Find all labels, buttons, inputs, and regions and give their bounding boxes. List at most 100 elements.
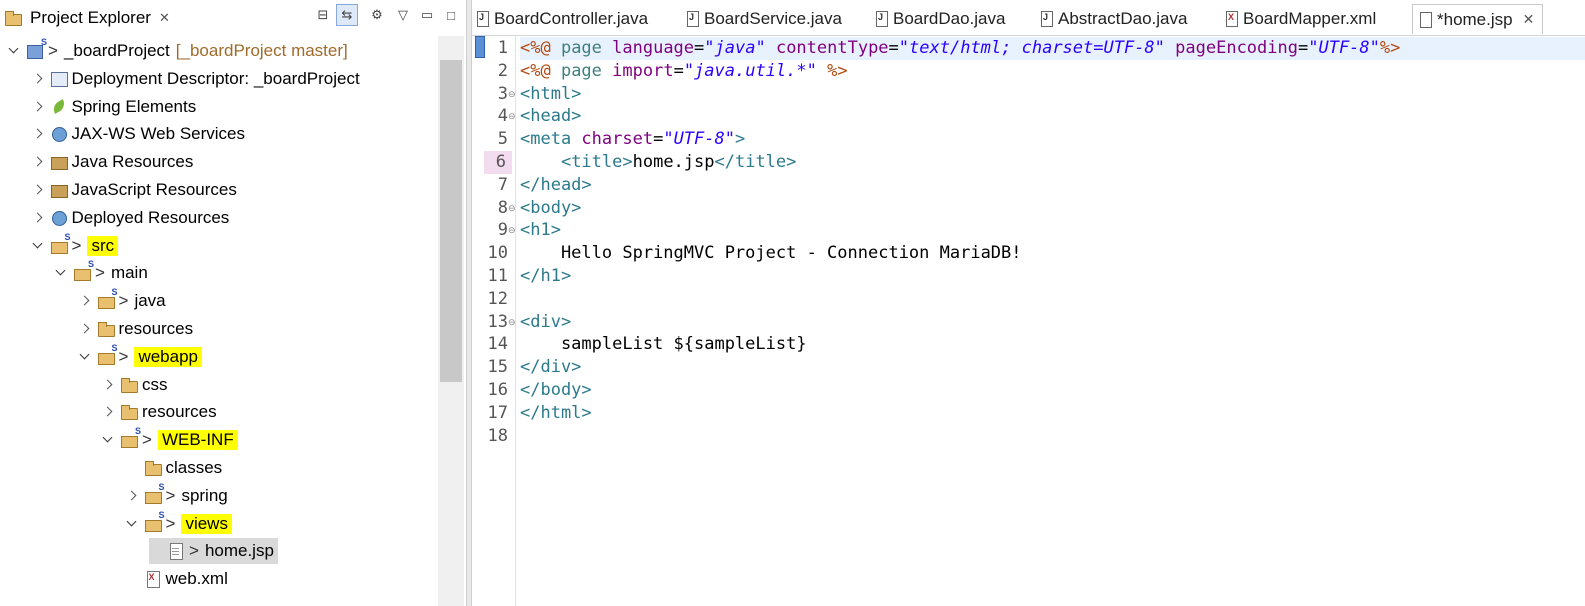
collapsed-chevron-icon[interactable] <box>102 379 114 391</box>
line-number: 13 <box>487 311 508 332</box>
code-line[interactable]: </body> <box>520 379 592 402</box>
bookmark-marker[interactable] <box>475 36 485 58</box>
expanded-chevron-icon[interactable] <box>126 518 138 530</box>
tree-item-label: WEB-INF <box>157 430 238 451</box>
tree-item-spring[interactable]: >spring <box>126 482 228 509</box>
collapsed-chevron-icon[interactable] <box>32 128 44 140</box>
code-line[interactable]: <%@ page import="java.util.*" %> <box>520 60 848 83</box>
tree-item-jax-ws-web-services[interactable]: JAX-WS Web Services <box>32 121 245 147</box>
filters-icon[interactable]: ⚙ <box>366 4 388 26</box>
tab-home-jsp[interactable]: *home.jsp ✕ <box>1412 4 1544 34</box>
code-token-tag: </div> <box>520 357 582 378</box>
code-token-tag: </head> <box>520 174 592 195</box>
code-line[interactable]: <div> <box>520 311 571 334</box>
tree-item-views[interactable]: >views <box>126 510 232 537</box>
tab-boardcontroller-java[interactable]: BoardController.java <box>476 4 648 34</box>
minimize-icon[interactable]: ▭ <box>416 4 438 26</box>
collapse-all-icon[interactable]: ⊟ <box>312 4 334 26</box>
code-line[interactable]: </html> <box>520 402 592 425</box>
collapsed-chevron-icon[interactable] <box>79 295 91 307</box>
explorer-scrollbar-thumb[interactable] <box>440 60 462 382</box>
code-area[interactable]: <%@ page language="java" contentType="te… <box>520 36 1585 606</box>
code-line[interactable]: <body> <box>520 197 581 220</box>
tree-item-web-xml[interactable]: web.xml <box>126 566 228 592</box>
code-line[interactable]: <%@ page language="java" contentType="te… <box>520 37 1585 60</box>
code-line[interactable]: <html> <box>520 83 581 106</box>
code-token-attr: language <box>612 38 695 58</box>
tree-item-home-jsp[interactable]: > home.jsp <box>149 538 278 565</box>
code-token-val: "java.util.*" <box>683 60 817 81</box>
close-icon[interactable]: ✕ <box>159 10 170 26</box>
fold-toggle-icon[interactable]: ⊖ <box>508 105 516 128</box>
fold-toggle-icon[interactable]: ⊖ <box>508 197 516 220</box>
tab-boardmapper-xml[interactable]: BoardMapper.xml <box>1225 4 1376 34</box>
collapsed-chevron-icon[interactable] <box>79 323 91 335</box>
expanded-chevron-icon[interactable] <box>8 45 20 57</box>
tab-boardservice-java[interactable]: BoardService.java <box>686 4 842 34</box>
collapsed-chevron-icon[interactable] <box>32 101 44 113</box>
tree-item-resources[interactable]: resources <box>79 316 193 342</box>
tab-abstractdao-java[interactable]: AbstractDao.java <box>1040 4 1187 34</box>
expanded-chevron-icon[interactable] <box>102 434 114 446</box>
tree-item-java-resources[interactable]: Java Resources <box>32 149 194 175</box>
fold-toggle-icon[interactable]: ⊖ <box>508 311 516 334</box>
tree-item-web-inf[interactable]: >WEB-INF <box>102 426 238 453</box>
project-explorer-tab[interactable]: Project Explorer ✕ <box>0 3 172 33</box>
expanded-chevron-icon[interactable] <box>32 240 44 252</box>
collapsed-chevron-icon[interactable] <box>32 212 44 224</box>
code-line[interactable]: sampleList ${sampleList} <box>520 333 807 356</box>
link-with-editor-icon[interactable]: ⇆ <box>336 4 358 26</box>
code-line[interactable]: <meta charset="UTF-8"> <box>520 128 745 151</box>
collapsed-chevron-icon[interactable] <box>32 184 44 196</box>
expanded-chevron-icon[interactable] <box>79 351 91 363</box>
tree-item-resources[interactable]: resources <box>102 399 217 425</box>
collapsed-chevron-icon[interactable] <box>32 156 44 168</box>
tree-item-deployed-resources[interactable]: Deployed Resources <box>32 205 229 231</box>
tab-label: BoardController.java <box>494 9 649 28</box>
deployed-resources-icon <box>50 209 68 227</box>
line-number: 8 <box>497 197 508 218</box>
tree-item-spring-elements[interactable]: Spring Elements <box>32 94 197 120</box>
code-token-text: home.jsp <box>632 152 715 172</box>
code-line[interactable]: <head> <box>520 105 581 128</box>
code-line[interactable]: </head> <box>520 174 592 197</box>
collapsed-chevron-icon[interactable] <box>32 73 44 85</box>
fold-toggle-icon[interactable]: ⊖ <box>508 83 516 106</box>
collapsed-chevron-icon[interactable] <box>102 406 114 418</box>
code-line[interactable]: </div> <box>520 356 581 379</box>
code-line[interactable]: <title>home.jsp</title> <box>520 151 796 174</box>
code-token-delim: <%@ <box>520 38 561 58</box>
descriptor-icon <box>50 70 68 88</box>
code-line[interactable]: Hello SpringMVC Project - Connection Mar… <box>520 242 1022 265</box>
tree-item-webapp[interactable]: >webapp <box>79 343 202 370</box>
code-line[interactable]: <h1> <box>520 219 561 242</box>
tree-item-main[interactable]: >main <box>55 259 148 286</box>
tree-item-src[interactable]: >src <box>32 232 119 259</box>
line-number: 10 <box>487 243 508 264</box>
close-tab-icon[interactable]: ✕ <box>1523 11 1535 28</box>
tree-item-classes[interactable]: classes <box>126 455 222 481</box>
view-menu-icon[interactable]: ▽ <box>392 4 414 26</box>
tree-item-java[interactable]: >java <box>79 287 166 314</box>
tree-item-boardproject[interactable]: > _boardProject [_boardProject master] <box>8 37 348 64</box>
java-file-icon <box>686 11 700 27</box>
project-explorer-view: Project Explorer ✕ ⊟ ⇆ ⚙ ▽ ▭ □ > _boardPr… <box>0 0 466 606</box>
collapsed-chevron-icon[interactable] <box>126 490 138 502</box>
tree-item-label: Spring Elements <box>71 96 197 116</box>
tab-boarddao-java[interactable]: BoardDao.java <box>875 4 1005 34</box>
folder-icon <box>120 403 138 421</box>
code-token-kw: page <box>560 38 613 58</box>
fold-toggle-icon[interactable]: ⊖ <box>508 219 516 242</box>
tree-item-label: Java Resources <box>71 152 194 172</box>
tree-item-deployment-descriptor-boardproject[interactable]: Deployment Descriptor: _boardProject <box>32 66 360 92</box>
expanded-chevron-icon[interactable] <box>55 267 67 279</box>
tree-item-css[interactable]: css <box>102 372 168 398</box>
code-line[interactable]: </h1> <box>520 265 571 288</box>
project-icon <box>26 37 47 60</box>
tree-item-javascript-resources[interactable]: JavaScript Resources <box>32 177 237 203</box>
tab-label: AbstractDao.java <box>1058 9 1188 28</box>
maximize-icon[interactable]: □ <box>440 4 462 26</box>
code-token-text: = <box>673 60 684 81</box>
